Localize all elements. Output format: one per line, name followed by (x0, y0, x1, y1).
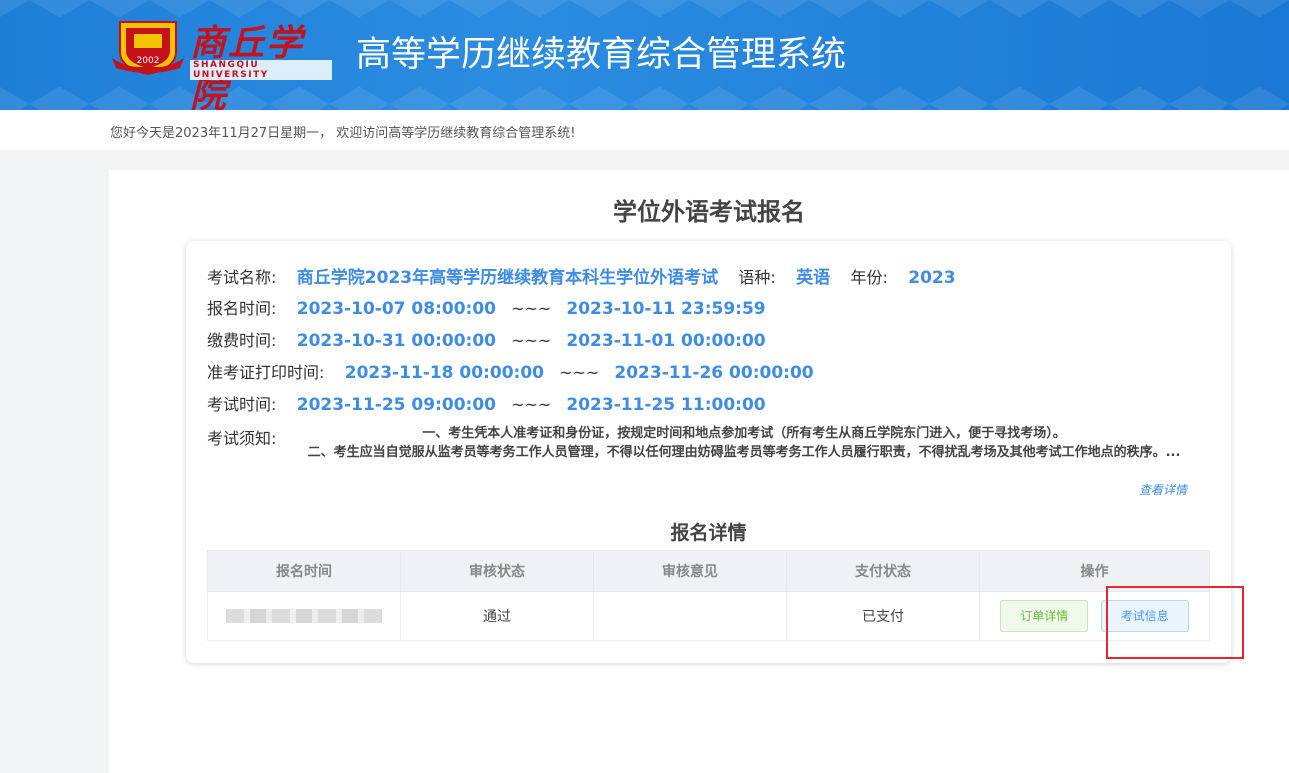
year-value: 2023 (908, 268, 956, 288)
registration-time-row: 报名时间: 2023-10-07 08:00:00 ~~~ 2023-10-11… (207, 295, 766, 319)
payment-status-cell: 已支付 (786, 591, 980, 641)
admission-print-time-row: 准考证打印时间: 2023-11-18 00:00:00 ~~~ 2023-11… (207, 359, 814, 383)
exam-info-card: 考试名称: 商丘学院2023年高等学历继续教育本科生学位外语考试 语种: 英语 … (186, 241, 1231, 663)
notice-label: 考试须知: (207, 429, 277, 448)
column-header: 审核状态 (400, 550, 594, 592)
exam-start: 2023-11-25 09:00:00 (296, 395, 496, 415)
exam-time-row: 考试时间: 2023-11-25 09:00:00 ~~~ 2023-11-25… (207, 391, 766, 415)
payment-time-label: 缴费时间: (207, 331, 277, 350)
admission-print-label: 准考证打印时间: (207, 363, 325, 382)
registration-start: 2023-10-07 08:00:00 (296, 299, 496, 319)
language-value: 英语 (796, 268, 831, 288)
separator: ~~~ (559, 363, 600, 382)
admission-print-end: 2023-11-26 00:00:00 (614, 363, 814, 383)
university-emblem-icon: 2002 (112, 21, 184, 76)
order-details-button[interactable]: 订单详情 (1000, 600, 1089, 632)
admission-print-start: 2023-11-18 00:00:00 (344, 363, 544, 383)
registration-time-label: 报名时间: (207, 299, 277, 318)
exam-time-label: 考试时间: (207, 395, 277, 414)
exam-end: 2023-11-25 11:00:00 (566, 395, 766, 415)
table-header-row: 报名时间 审核状态 审核意见 支付状态 操作 (207, 550, 1210, 592)
logo-english-name: SHANGQIU UNIVERSITY (190, 60, 332, 80)
system-title: 高等学历继续教育综合管理系统 (356, 35, 847, 75)
separator: ~~~ (511, 331, 552, 350)
separator: ~~~ (511, 299, 552, 318)
registration-end: 2023-10-11 23:59:59 (566, 299, 766, 319)
language-label: 语种: (738, 268, 776, 287)
review-opinion-cell (593, 591, 787, 641)
main-content: 学位外语考试报名 考试名称: 商丘学院2023年高等学历继续教育本科生学位外语考… (109, 170, 1289, 773)
registration-detail-title: 报名详情 (670, 522, 747, 544)
view-details-link[interactable]: 查看详情 (1139, 481, 1187, 498)
table-row: 通过 已支付 订单详情 考试信息 (207, 591, 1210, 641)
separator: ~~~ (511, 395, 552, 414)
review-status-cell: 通过 (400, 591, 594, 641)
registration-table: 报名时间 审核状态 审核意见 支付状态 操作 通过 已支付 订单详情 考试信息 (207, 550, 1210, 641)
highlight-box (1106, 586, 1244, 659)
exam-name-label: 考试名称: (207, 268, 277, 287)
welcome-text: 您好今天是2023年11月27日星期一， 欢迎访问高等学历继续教育综合管理系统! (110, 126, 576, 141)
column-header: 报名时间 (207, 550, 401, 592)
exam-notice: 一、考生凭本人准考证和身份证，按规定时间和地点参加考试（所有考生从商丘学院东门进… (294, 424, 1194, 462)
notice-line-1: 一、考生凭本人准考证和身份证，按规定时间和地点参加考试（所有考生从商丘学院东门进… (422, 426, 1066, 441)
page-title: 学位外语考试报名 (613, 198, 805, 226)
registration-time-cell (207, 591, 401, 641)
payment-time-row: 缴费时间: 2023-10-31 00:00:00 ~~~ 2023-11-01… (207, 327, 766, 351)
payment-start: 2023-10-31 00:00:00 (296, 331, 496, 351)
blurred-value (226, 609, 382, 623)
header-banner: 2002 商丘学院 SHANGQIU UNIVERSITY 高等学历继续教育综合… (0, 0, 1289, 110)
exam-name-value: 商丘学院2023年高等学历继续教育本科生学位外语考试 (296, 268, 719, 288)
column-header: 审核意见 (593, 550, 787, 592)
university-logo: 2002 商丘学院 SHANGQIU UNIVERSITY (110, 18, 332, 110)
exam-name-row: 考试名称: 商丘学院2023年高等学历继续教育本科生学位外语考试 语种: 英语 … (207, 263, 956, 288)
payment-end: 2023-11-01 00:00:00 (566, 331, 766, 351)
column-header: 支付状态 (786, 550, 980, 592)
year-label: 年份: (850, 268, 888, 287)
logo-year: 2002 (137, 56, 160, 66)
notice-line-2: 二、考生应当自觉服从监考员等考务工作人员管理，不得以任何理由妨碍监考员等考务工作… (307, 445, 1181, 460)
welcome-bar: 您好今天是2023年11月27日星期一， 欢迎访问高等学历继续教育综合管理系统! (0, 110, 1289, 150)
